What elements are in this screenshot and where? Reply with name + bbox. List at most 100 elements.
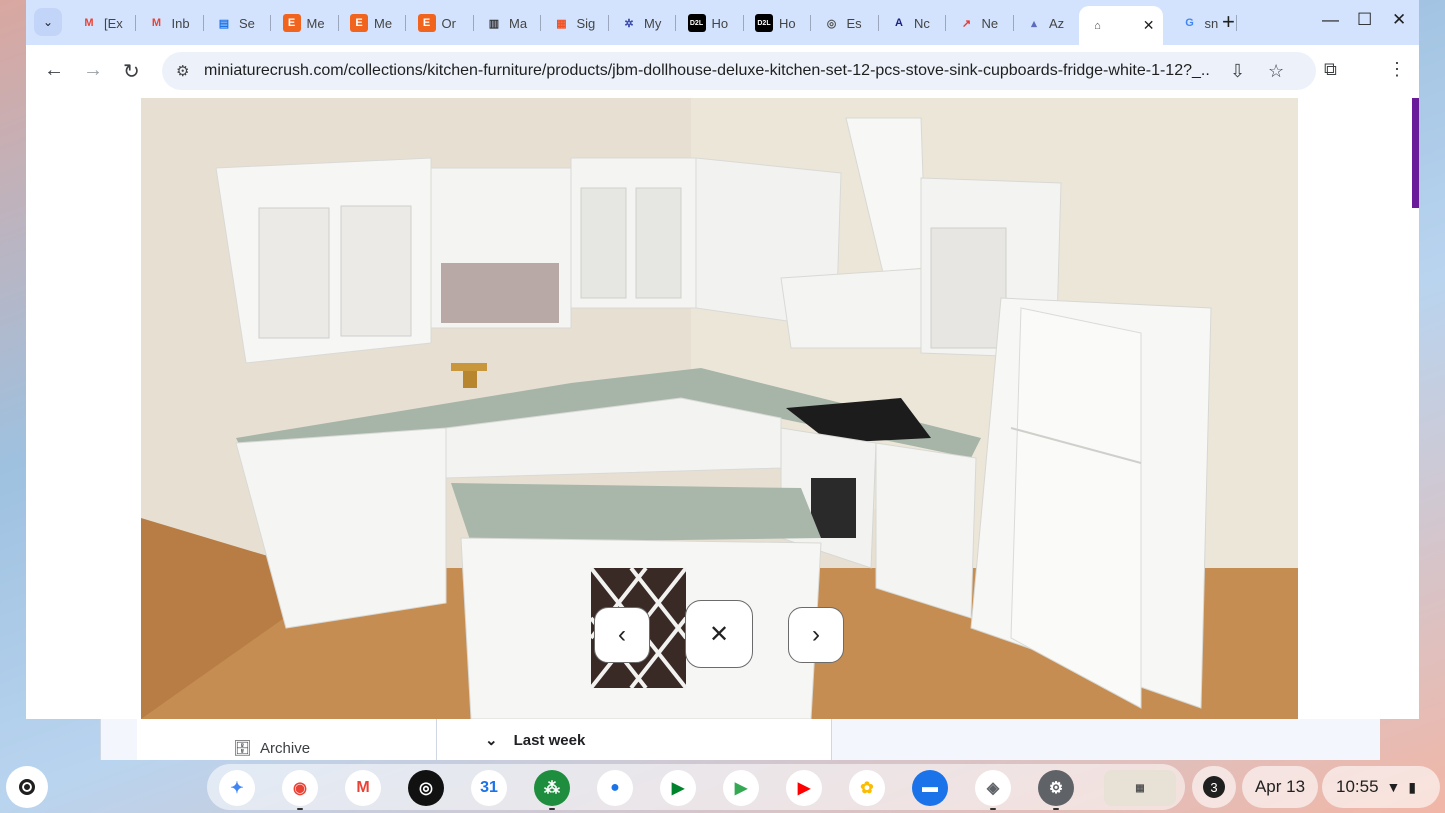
status-tray[interactable]: 10:55 ▼ ▮	[1322, 766, 1440, 808]
a-icon: A	[895, 17, 903, 29]
tab-separator	[405, 15, 406, 31]
tab-3[interactable]: E Me	[273, 6, 339, 40]
settings-icon[interactable]: ⚙	[1038, 770, 1074, 806]
notification-area[interactable]: 3	[1192, 766, 1236, 808]
store-icon: ▥	[488, 17, 500, 30]
files-icon[interactable]: ▬	[912, 770, 948, 806]
tab-12[interactable]: A Nc	[880, 6, 946, 40]
podcast-icon[interactable]: ◎	[408, 770, 444, 806]
calendar-icon[interactable]: 31	[471, 770, 507, 806]
gmail-app-icon[interactable]: M	[345, 770, 381, 806]
tab-10[interactable]: D2L Ho	[745, 6, 811, 40]
tab-label: My	[644, 15, 662, 31]
photos-icon[interactable]: ✿	[849, 770, 885, 806]
tab-label: Me	[306, 15, 325, 31]
maximize-button[interactable]: ☐	[1357, 10, 1372, 30]
close-tab-icon[interactable]: ✕	[1143, 17, 1155, 34]
tab-separator	[540, 15, 541, 31]
chat-icon[interactable]: ●	[597, 770, 633, 806]
tab-label: Me	[374, 15, 393, 31]
tab-label: Ne	[981, 15, 999, 31]
new-tab-button[interactable]: +	[1222, 9, 1235, 35]
tab-2[interactable]: ▤ Se	[205, 6, 271, 40]
battery-icon: ▮	[1408, 778, 1417, 795]
window-preview-thumbnail[interactable]: ▦	[1104, 770, 1176, 806]
launcher-button[interactable]	[6, 766, 48, 808]
camera-icon[interactable]: ◈	[975, 770, 1011, 806]
system-shelf: ✦ ◉ M ◎ 31 ⁂ ● ▶ ▶ ▶ ✿ ▬ ◈ ⚙ ▦ 3 Apr 13 10:55 ▼ ▮	[0, 760, 1445, 813]
back-button[interactable]: ←	[44, 59, 64, 82]
tab-separator	[135, 15, 136, 31]
tab-label: Ho	[779, 15, 796, 31]
running-indicator	[297, 808, 303, 810]
az-icon: ▴	[1031, 17, 1037, 30]
next-image-button[interactable]: ›	[788, 607, 844, 663]
tab-8[interactable]: ✲ My	[610, 6, 676, 40]
gmail-icon: M	[151, 17, 162, 29]
tab-separator	[810, 15, 811, 31]
pinwheel-icon: ✲	[624, 17, 634, 30]
previous-image-button[interactable]: ‹	[594, 607, 650, 663]
tab-separator	[1012, 15, 1014, 31]
extensions-icon[interactable]: ⧉	[1324, 59, 1337, 80]
date-display[interactable]: Apr 13	[1242, 766, 1318, 808]
gmail-icon: M	[84, 17, 94, 29]
graph-icon: ↗	[961, 17, 972, 30]
tab-5[interactable]: E Or	[408, 6, 474, 40]
tab-label: Se	[239, 15, 255, 31]
tab-0[interactable]: M [Ex	[70, 6, 136, 40]
tab-separator	[945, 15, 946, 31]
tab-1[interactable]: M Inb	[138, 6, 204, 40]
tab-separator	[337, 15, 339, 31]
bookmark-star-icon[interactable]: ☆	[1268, 61, 1284, 82]
last-week-label: Last week	[513, 731, 586, 749]
url-text[interactable]: miniaturecrush.com/collections/kitchen-f…	[204, 62, 1210, 80]
meet-icon[interactable]: ▶	[660, 770, 696, 806]
tab-separator	[742, 15, 744, 31]
toolbar: ← → ↻ ⚙ miniaturecrush.com/collections/k…	[26, 45, 1419, 98]
last-week-header[interactable]: ⌄ Last week	[485, 731, 586, 750]
running-indicator	[1053, 808, 1059, 810]
install-app-icon[interactable]: ⇩	[1230, 61, 1245, 82]
archive-icon: 🗄	[233, 740, 253, 757]
tab-label: Es	[846, 15, 862, 31]
tab-search-button[interactable]: ⌄	[34, 8, 62, 36]
menu-icon[interactable]: ⋮	[1388, 59, 1406, 80]
store-outline-icon: ⌂	[1094, 19, 1101, 32]
gemini-icon[interactable]: ✦	[219, 770, 255, 806]
close-lightbox-button[interactable]: ✕	[685, 600, 753, 668]
close-window-button[interactable]: ✕	[1392, 10, 1406, 30]
etsy-icon: E	[282, 14, 301, 32]
tab-6[interactable]: ▥ Ma	[475, 6, 541, 40]
chrome-icon[interactable]: ◉	[282, 770, 318, 806]
tab-9[interactable]: D2L Ho	[678, 6, 744, 40]
tab-7[interactable]: ▦ Sig	[543, 6, 609, 40]
tab-13[interactable]: ↗ Ne	[948, 6, 1014, 40]
chevron-down-icon: ⌄	[42, 15, 54, 29]
workspace-icon[interactable]: ⁂	[534, 770, 570, 806]
tab-11[interactable]: ◎ Es	[813, 6, 879, 40]
archive-label: Archive	[260, 739, 311, 757]
address-bar[interactable]: ⚙ miniaturecrush.com/collections/kitchen…	[162, 52, 1316, 90]
site-info-icon[interactable]: ⚙	[176, 62, 189, 80]
background-window: 🗄 Archive ⌄ Last week	[100, 715, 1380, 760]
tab-14[interactable]: ▴ Az	[1015, 6, 1081, 40]
etsy-icon: E	[417, 14, 436, 32]
d2l-icon: D2L	[755, 14, 773, 32]
reload-button[interactable]: ↻	[123, 59, 140, 84]
tab-separator	[202, 15, 204, 31]
play-store-icon[interactable]: ▶	[723, 770, 759, 806]
background-mid-panel: ⌄ Last week	[437, 715, 832, 760]
scrollbar-thumb[interactable]	[1412, 98, 1419, 208]
tab-label: Inb	[171, 15, 190, 31]
tab-label: sn	[1204, 15, 1219, 31]
tab-separator	[270, 15, 271, 31]
tab-4[interactable]: E Me	[340, 6, 406, 40]
forward-button[interactable]: →	[83, 59, 103, 82]
minimize-button[interactable]: —	[1322, 10, 1339, 30]
tab-label: Sig	[576, 15, 596, 31]
tab-separator	[472, 15, 474, 31]
tab-15[interactable]: ⌂ ✕	[1078, 6, 1163, 45]
youtube-icon[interactable]: ▶	[786, 770, 822, 806]
archive-item[interactable]: 🗄 Archive	[233, 739, 311, 758]
